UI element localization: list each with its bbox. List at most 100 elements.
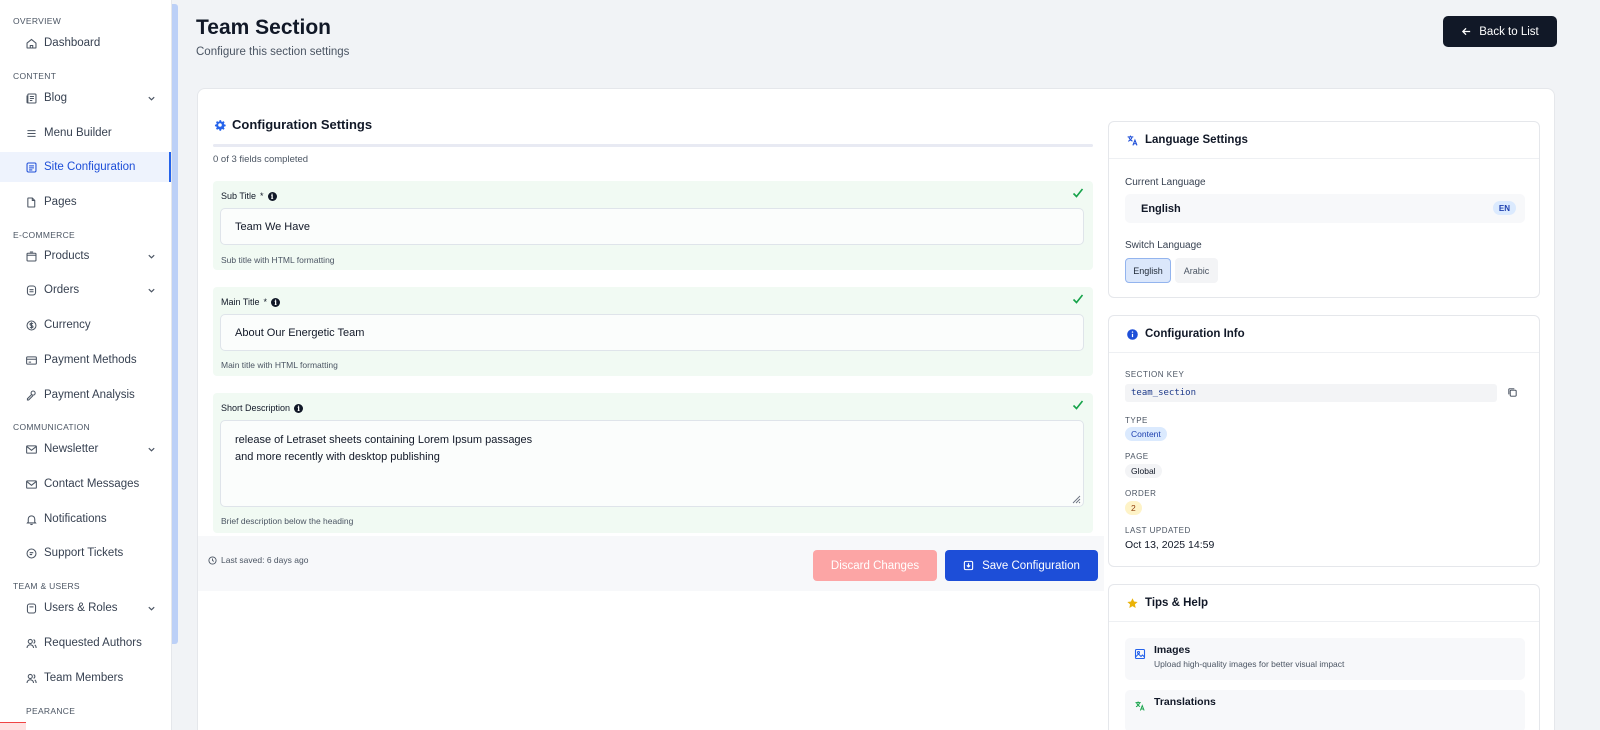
resize-handle-icon[interactable] (1071, 494, 1081, 504)
arrow-left-icon (1462, 27, 1471, 36)
tip-images-desc: Upload high-quality images for better vi… (1154, 659, 1345, 669)
sidebar: OVERVIEW Dashboard CONTENT Blog Menu Bui… (0, 0, 172, 730)
sidebar-item-site-configuration[interactable]: Site Configuration (0, 152, 171, 182)
sidebar-item-requested-authors[interactable]: Requested Authors (0, 628, 171, 658)
sidebar-section-content: CONTENT (13, 71, 57, 81)
chat-icon (25, 547, 38, 560)
image-icon (1134, 648, 1146, 660)
sidebar-item-support-tickets[interactable]: Support Tickets (0, 538, 171, 568)
copy-icon[interactable] (1507, 387, 1518, 398)
current-language-value: English (1141, 202, 1181, 215)
page-subtitle: Configure this section settings (196, 46, 350, 58)
short-description-label: Short Description (221, 403, 291, 413)
sidebar-scrollbar[interactable] (172, 4, 178, 644)
box-icon (25, 250, 38, 263)
language-settings-header: Language Settings (1109, 122, 1539, 159)
main-title-input[interactable]: About Our Energetic Team (220, 314, 1084, 351)
sidebar-item-orders[interactable]: Orders (0, 275, 171, 305)
sidebar-item-label: Support Tickets (44, 547, 124, 559)
analysis-icon (25, 389, 38, 402)
order-badge: 2 (1125, 501, 1142, 515)
page-badge: Global (1125, 464, 1162, 478)
sidebar-item-users-roles[interactable]: Users & Roles (0, 593, 171, 623)
info-icon[interactable]: i (294, 403, 304, 413)
chevron-down-icon (148, 254, 155, 259)
type-badge: Content (1125, 427, 1167, 441)
sidebar-item-label: Notifications (44, 513, 107, 525)
sidebar-item-payment-analysis[interactable]: Payment Analysis (0, 380, 171, 410)
sidebar-item-label: Requested Authors (44, 637, 142, 649)
configuration-info-title: Configuration Info (1145, 328, 1245, 340)
sidebar-item-contact-messages[interactable]: Contact Messages (0, 469, 171, 499)
sidebar-item-label: Dashboard (44, 37, 101, 49)
language-code-badge: EN (1492, 201, 1516, 215)
switch-language-label: Switch Language (1125, 240, 1202, 251)
sidebar-section-ecommerce: E-COMMERCE (13, 230, 76, 240)
configuration-settings-label: Configuration Settings (232, 117, 373, 132)
configuration-info-header: Configuration Info (1109, 316, 1539, 353)
mail-icon (25, 443, 38, 456)
tip-images: Images Upload high-quality images for be… (1125, 638, 1525, 680)
main-title-hint: Main title with HTML formatting (221, 360, 338, 370)
section-key-value: team_section (1125, 384, 1497, 402)
sidebar-section-appearance: PEARANCE (26, 706, 76, 716)
sidebar-item-label: Currency (44, 319, 91, 331)
section-key-label: SECTION KEY (1125, 370, 1185, 379)
sidebar-item-label: Newsletter (44, 443, 99, 455)
configuration-info-card: Configuration Info SECTION KEY team_sect… (1108, 315, 1540, 567)
sidebar-item-label: Users & Roles (44, 602, 118, 614)
file-icon (25, 196, 38, 209)
credit-card-icon (25, 354, 38, 367)
star-icon (1127, 597, 1138, 608)
field-main-title: Main Title * i About Our Energetic Team … (213, 287, 1093, 376)
checkmark-icon (1072, 400, 1084, 410)
debug-badge (0, 722, 26, 730)
sidebar-item-team-members[interactable]: Team Members (0, 663, 171, 693)
sidebar-section-team-users: TEAM & USERS (13, 581, 80, 591)
sidebar-item-label: Site Configuration (44, 161, 136, 173)
translate-icon (1135, 701, 1145, 711)
info-icon[interactable]: i (267, 191, 277, 201)
checkmark-icon (1072, 294, 1084, 304)
info-icon[interactable]: i (271, 297, 281, 307)
main-title-label: Main Title (221, 297, 260, 307)
sidebar-item-dashboard[interactable]: Dashboard (0, 28, 171, 58)
sidebar-section-communication: COMMUNICATION (13, 422, 90, 432)
bell-icon (25, 513, 38, 526)
sidebar-item-currency[interactable]: Currency (0, 310, 171, 340)
required-asterisk: * (260, 191, 264, 201)
sidebar-item-label: Payment Methods (44, 354, 137, 366)
sidebar-item-blog[interactable]: Blog (0, 83, 171, 113)
language-option-arabic[interactable]: Arabic (1175, 258, 1218, 283)
back-to-list-button[interactable]: Back to List (1443, 16, 1557, 47)
short-description-textarea[interactable]: release of Letraset sheets containing Lo… (220, 420, 1084, 507)
last-updated-label: LAST UPDATED (1125, 526, 1191, 535)
tips-help-card: Tips & Help Images Upload high-quality i… (1108, 584, 1540, 730)
tips-help-title: Tips & Help (1145, 597, 1209, 609)
discard-changes-button[interactable]: Discard Changes (813, 550, 937, 581)
sidebar-item-newsletter[interactable]: Newsletter (0, 434, 171, 464)
field-label: Sub Title * i (221, 191, 277, 201)
sidebar-item-pages[interactable]: Pages (0, 187, 171, 217)
sidebar-item-notifications[interactable]: Notifications (0, 504, 171, 534)
field-sub-title: Sub Title * i Team We Have Sub title wit… (213, 181, 1093, 270)
sidebar-item-label: Contact Messages (44, 478, 140, 490)
chevron-down-icon (148, 447, 155, 452)
save-configuration-button[interactable]: Save Configuration (945, 550, 1098, 581)
receipt-icon (25, 284, 38, 297)
info-circle-icon (1127, 328, 1138, 340)
language-option-english[interactable]: English (1125, 258, 1171, 283)
back-button-label: Back to List (1479, 25, 1539, 38)
sub-title-input[interactable]: Team We Have (220, 208, 1084, 245)
tip-translations: Translations (1125, 690, 1525, 730)
language-settings-card: Language Settings Current Language Engli… (1108, 121, 1540, 298)
progress-text: 0 of 3 fields completed (213, 154, 309, 165)
language-settings-title: Language Settings (1145, 134, 1248, 146)
sidebar-item-label: Menu Builder (44, 127, 112, 139)
sidebar-item-payment-methods[interactable]: Payment Methods (0, 345, 171, 375)
sidebar-item-products[interactable]: Products (0, 241, 171, 271)
chevron-down-icon (148, 96, 155, 101)
field-label: Short Description i (221, 403, 304, 413)
sidebar-item-menu-builder[interactable]: Menu Builder (0, 118, 171, 148)
type-label: TYPE (1125, 416, 1148, 425)
